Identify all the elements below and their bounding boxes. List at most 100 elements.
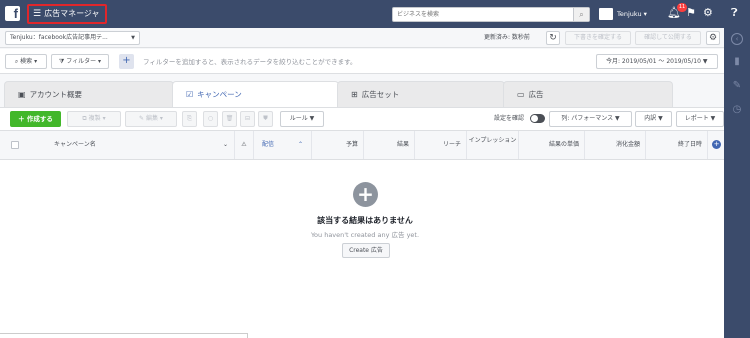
tab-ad-sets[interactable]: ⊞ 広告セット xyxy=(337,81,505,107)
chevron-down-icon: ▼ xyxy=(131,35,135,41)
empty-state-subtitle: You haven't created any 広告 yet. xyxy=(310,231,420,239)
tab-ads[interactable]: ▭ 広告 xyxy=(503,81,673,107)
column-cost-per-result[interactable]: 結果の単価 xyxy=(519,131,585,159)
table-header: キャンペーン名 ⌄ ⚠ 配信 ⌃ 予算 結果 リーチ インプレッション 結果の単価 … xyxy=(0,130,724,160)
ad-account-label: Tenjuku：facebook広告記事用テ... xyxy=(10,34,108,41)
sort-icon: ⌄ xyxy=(222,141,228,148)
create-ad-button[interactable]: Create 広告 xyxy=(342,243,390,258)
columns-label: 列: パフォーマンス xyxy=(561,115,614,122)
circle-icon[interactable]: ○ xyxy=(203,111,218,127)
column-amount-spent[interactable]: 消化金額 xyxy=(585,131,646,159)
trash-icon[interactable]: 🗑︎ xyxy=(222,111,237,127)
business-search: ⌕ xyxy=(392,7,590,22)
add-column-icon[interactable]: + xyxy=(712,140,721,149)
overview-icon: ▣ xyxy=(18,90,26,99)
filter-bar: ⌕ 検索 ▾ ⧩ フィルター ▾ + フィルターを追加すると、表示されるデータを… xyxy=(0,49,724,74)
copy-icon: ⧉ xyxy=(82,115,87,122)
tab-label: アカウント概要 xyxy=(29,90,83,99)
breakdown-label: 内訳 xyxy=(644,115,657,122)
top-navigation-bar: f ☰広告マネージャ ⌕ Tenjuku ▾ 🔔︎ 11 ⚑ ⚙ ❓︎ xyxy=(0,0,750,28)
column-reach[interactable]: リーチ xyxy=(415,131,467,159)
business-search-input[interactable] xyxy=(393,8,569,21)
column-delivery[interactable]: 配信 ⌃ xyxy=(254,131,312,159)
plus-circle-icon: + xyxy=(353,182,378,207)
rules-label: ルール xyxy=(289,115,308,122)
ads-manager-menu[interactable]: ☰ 広告マネージャ xyxy=(27,4,107,24)
chevron-down-icon: ▼ xyxy=(702,58,708,65)
ad-icon: ▭ xyxy=(517,90,525,99)
column-label: キャンペーン名 xyxy=(54,141,96,148)
gear-icon[interactable]: ⚙ xyxy=(703,6,713,20)
flag-icon[interactable]: ⚑ xyxy=(686,6,696,20)
empty-state-title: 該当する結果はありません xyxy=(317,216,413,225)
funnel-icon: ⧩ xyxy=(58,58,65,65)
toggle-knob xyxy=(531,115,538,122)
pencil-icon[interactable]: ✎ xyxy=(731,80,743,92)
search-icon: ⌕ xyxy=(14,58,19,65)
filter-hint: フィルターを追加すると、表示されるデータを絞り込むことができます。 xyxy=(143,58,357,66)
ad-account-selector[interactable]: Tenjuku：facebook広告記事用テ... ▼ xyxy=(5,31,140,45)
add-filter-button[interactable]: + xyxy=(119,54,134,69)
column-label: 配信 xyxy=(262,141,275,148)
reports-label: レポート xyxy=(684,115,709,122)
settings-toggle[interactable] xyxy=(530,114,545,123)
table-toolbar: ＋ 作成する ⧉ 複製 ▾ ✎ 編集 ▾ ⎘ ○ 🗑︎ ⊟ ⛊ ルール ▼ 設定… xyxy=(0,108,724,130)
tab-campaigns[interactable]: ☑ キャンペーン xyxy=(172,81,339,108)
grid-icon: ⊞ xyxy=(351,90,358,99)
edit-label: 編集 xyxy=(146,115,159,122)
column-budget[interactable]: 予算 xyxy=(312,131,364,159)
chevron-left-icon[interactable]: ‹ xyxy=(731,33,743,45)
main-content: Tenjuku：facebook広告記事用テ... ▼ 更新済み: 数秒前 ↻ 下… xyxy=(0,28,724,338)
column-impressions[interactable]: インプレッション xyxy=(467,131,519,159)
column-campaign-name[interactable]: キャンペーン名 ⌄ xyxy=(28,131,235,159)
review-drafts-button[interactable]: 下書きを確定する xyxy=(565,31,631,45)
browser-status-bar xyxy=(0,333,248,338)
create-button[interactable]: ＋ 作成する xyxy=(10,111,61,127)
publish-button[interactable]: 確認して公開する xyxy=(635,31,701,45)
account-menu[interactable]: Tenjuku ▾ xyxy=(599,7,647,21)
tab-label: キャンペーン xyxy=(197,90,242,99)
search-label: 検索 xyxy=(20,58,33,65)
campaign-folder-icon: ☑ xyxy=(186,90,194,99)
settings-label: 設定を確認 xyxy=(494,115,525,122)
duplicate-button[interactable]: ⧉ 複製 ▾ xyxy=(67,111,121,127)
refresh-icon[interactable]: ↻ xyxy=(546,31,560,45)
ads-manager-title: 広告マネージャ xyxy=(44,9,100,18)
avatar xyxy=(599,8,613,20)
search-button[interactable]: ⌕ 検索 ▾ xyxy=(5,54,47,69)
date-range-label: 今月: 2019/05/01 〜 2019/05/10 xyxy=(606,58,701,65)
account-name: Tenjuku xyxy=(617,10,642,18)
search-icon[interactable]: ⌕ xyxy=(573,8,589,21)
hamburger-icon: ☰ xyxy=(33,9,42,19)
duplicate-label: 複製 xyxy=(88,115,101,122)
tag-icon[interactable]: ⛊ xyxy=(258,111,273,127)
updated-status: 更新済み: 数秒前 xyxy=(484,34,530,41)
filter-label: フィルター xyxy=(66,58,97,65)
select-all-checkbox[interactable] xyxy=(11,141,19,149)
bar-chart-icon[interactable]: ▮ xyxy=(731,56,743,68)
rules-button[interactable]: ルール ▼ xyxy=(280,111,324,127)
warning-icon: ⚠ xyxy=(235,131,254,159)
duplicate-icon[interactable]: ⎘ xyxy=(182,111,197,127)
sort-up-icon: ⌃ xyxy=(297,141,303,148)
level-tabs: ▣ アカウント概要 ☑ キャンペーン ⊞ 広告セット ▭ 広告 xyxy=(0,81,724,108)
column-end-date[interactable]: 終了日時 xyxy=(646,131,708,159)
breakdown-button[interactable]: 内訳 ▼ xyxy=(635,111,672,127)
account-bar: Tenjuku：facebook広告記事用テ... ▼ 更新済み: 数秒前 ↻ 下… xyxy=(0,28,724,48)
reports-button[interactable]: レポート ▼ xyxy=(676,111,724,127)
facebook-logo[interactable]: f xyxy=(5,6,20,21)
column-results[interactable]: 結果 xyxy=(364,131,415,159)
tab-label: 広告 xyxy=(528,90,544,99)
edit-button[interactable]: ✎ 編集 ▾ xyxy=(125,111,177,127)
pencil-icon: ✎ xyxy=(139,115,145,122)
ab-test-icon[interactable]: ⊟ xyxy=(240,111,255,127)
columns-button[interactable]: 列: パフォーマンス ▼ xyxy=(549,111,632,127)
filter-button[interactable]: ⧩ フィルター ▾ xyxy=(51,54,109,69)
date-range-picker[interactable]: 今月: 2019/05/01 〜 2019/05/10 ▼ xyxy=(596,54,718,69)
settings-gear-icon[interactable]: ⚙ xyxy=(706,31,720,45)
help-icon[interactable]: ❓︎ xyxy=(731,6,738,20)
right-sidebar: ‹ ▮ ✎ ◷ xyxy=(724,28,750,338)
clock-icon[interactable]: ◷ xyxy=(731,104,743,116)
campaign-panel: ＋ 作成する ⧉ 複製 ▾ ✎ 編集 ▾ ⎘ ○ 🗑︎ ⊟ ⛊ ルール ▼ 設定… xyxy=(0,107,724,338)
tab-account-overview[interactable]: ▣ アカウント概要 xyxy=(4,81,174,107)
